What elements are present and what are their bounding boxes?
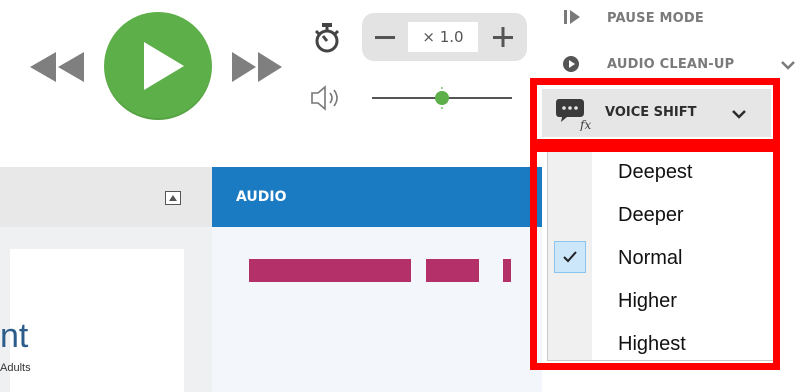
minus-icon	[375, 36, 395, 39]
waveform-segment	[249, 259, 411, 282]
waveform-segment	[426, 259, 479, 282]
volume-slider[interactable]	[372, 85, 512, 111]
left-panel-body: nt Adults	[0, 227, 212, 392]
document-preview[interactable]: nt Adults	[0, 249, 184, 392]
left-panel-header	[0, 167, 212, 227]
document-preview-title: nt	[0, 317, 29, 355]
fast-forward-button[interactable]	[232, 52, 282, 82]
playback-speed-control: × 1.0	[362, 13, 527, 61]
speaker-icon	[310, 84, 344, 112]
audio-panel-header: AUDIO	[212, 167, 542, 227]
document-preview-subtitle: Adults	[0, 362, 31, 374]
speed-increase-button[interactable]	[480, 13, 526, 61]
rewind-icon	[30, 52, 84, 82]
fast-forward-icon	[232, 52, 282, 82]
play-icon	[144, 42, 184, 90]
voice-shift-highlight	[530, 78, 780, 146]
pause-mode-label[interactable]: PAUSE MODE	[607, 11, 704, 26]
play-button[interactable]	[104, 12, 212, 120]
collapse-panel-icon[interactable]	[165, 191, 181, 205]
pause-mode-icon	[563, 8, 581, 26]
audio-cleanup-icon	[561, 54, 581, 74]
stopwatch-icon	[312, 22, 342, 54]
plus-icon	[493, 27, 513, 47]
rewind-button[interactable]	[30, 52, 86, 82]
speed-decrease-button[interactable]	[362, 13, 408, 61]
waveform-segment	[503, 259, 511, 282]
audio-panel-body	[212, 227, 542, 392]
audio-cleanup-chevron-icon	[780, 58, 796, 70]
voice-shift-menu-highlight	[530, 145, 780, 370]
audio-panel-title: AUDIO	[236, 189, 287, 205]
audio-cleanup-label[interactable]: AUDIO CLEAN-UP	[607, 57, 734, 72]
speed-value: × 1.0	[408, 22, 478, 52]
